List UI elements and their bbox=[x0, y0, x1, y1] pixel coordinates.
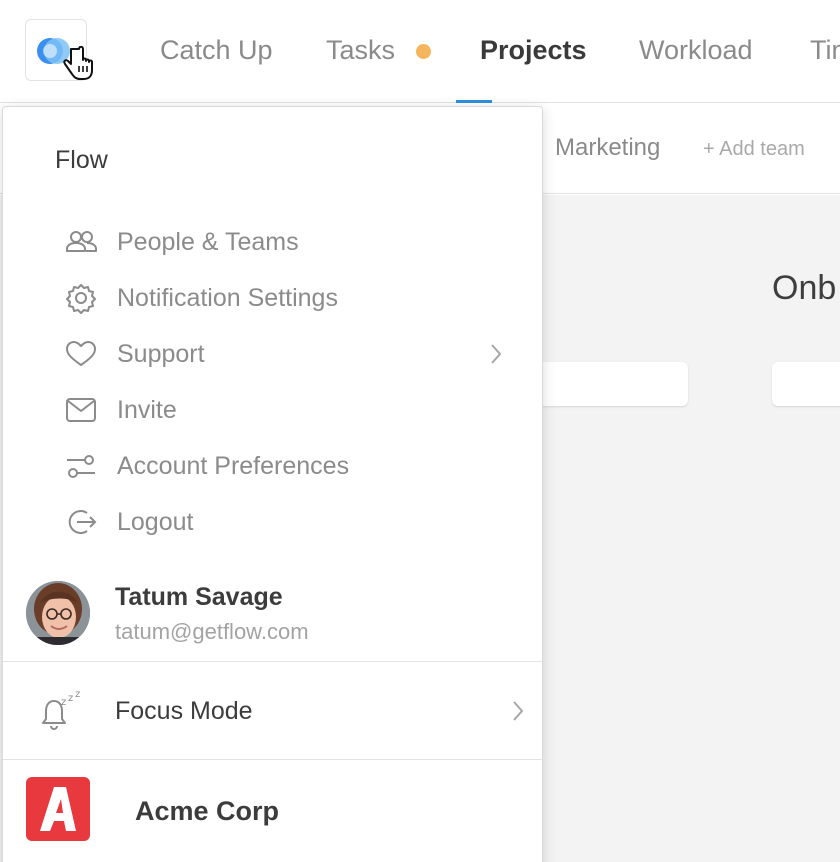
user-photo bbox=[26, 581, 90, 645]
menu-item-label: Logout bbox=[117, 508, 194, 536]
nav-workload[interactable]: Workload bbox=[639, 32, 753, 68]
menu-item-support[interactable]: Support bbox=[3, 326, 542, 382]
menu-title: Flow bbox=[55, 146, 108, 174]
menu-item-people-teams[interactable]: People & Teams bbox=[3, 214, 542, 270]
hand-cursor-icon bbox=[63, 46, 93, 80]
board-card[interactable] bbox=[772, 362, 840, 406]
focus-mode-label: Focus Mode bbox=[115, 697, 253, 725]
board-column-title: Onb bbox=[772, 269, 837, 307]
add-team-link[interactable]: + Add team bbox=[703, 136, 805, 162]
heart-icon bbox=[66, 341, 96, 366]
svg-text:z: z bbox=[61, 697, 66, 708]
user-name: Tatum Savage bbox=[115, 583, 283, 611]
organization-name: Acme Corp bbox=[135, 796, 280, 826]
menu-item-label: Support bbox=[117, 340, 205, 368]
nav-timeline[interactable]: Tim bbox=[810, 32, 840, 68]
menu-item-label: Invite bbox=[117, 396, 177, 424]
user-email: tatum@getflow.com bbox=[115, 619, 309, 644]
acme-logo-icon bbox=[40, 787, 76, 831]
menu-item-label: People & Teams bbox=[117, 228, 299, 256]
menu-divider bbox=[3, 759, 542, 760]
sliders-icon bbox=[67, 455, 95, 478]
chevron-right-icon bbox=[491, 344, 502, 364]
team-tab-marketing[interactable]: Marketing bbox=[555, 132, 660, 164]
board-card[interactable] bbox=[520, 362, 688, 406]
nav-tasks[interactable]: Tasks bbox=[326, 32, 395, 68]
menu-item-account-preferences[interactable]: Account Preferences bbox=[3, 438, 542, 494]
svg-text:z: z bbox=[75, 691, 80, 700]
chevron-right-icon bbox=[513, 701, 524, 721]
gear-icon bbox=[66, 284, 96, 314]
tasks-notification-dot bbox=[416, 44, 431, 59]
logout-icon bbox=[68, 510, 97, 534]
nav-projects[interactable]: Projects bbox=[480, 32, 587, 68]
envelope-icon bbox=[66, 398, 96, 422]
menu-item-notification-settings[interactable]: Notification Settings bbox=[3, 270, 542, 326]
organization-switcher[interactable]: Acme Corp bbox=[3, 761, 542, 862]
people-icon bbox=[66, 231, 97, 252]
organization-logo bbox=[26, 777, 90, 841]
menu-divider bbox=[3, 661, 542, 662]
bell-snooze-icon: z z z bbox=[42, 691, 80, 730]
nav-catch-up[interactable]: Catch Up bbox=[160, 32, 273, 68]
menu-item-logout[interactable]: Logout bbox=[3, 494, 542, 550]
avatar bbox=[26, 581, 90, 645]
menu-item-label: Notification Settings bbox=[117, 284, 338, 312]
menu-item-label: Account Preferences bbox=[117, 452, 350, 480]
svg-text:z: z bbox=[68, 693, 73, 704]
app-logo-button[interactable] bbox=[25, 19, 93, 81]
menu-item-focus-mode[interactable]: z z z Focus Mode bbox=[3, 663, 542, 759]
current-user[interactable]: Tatum Savage tatum@getflow.com bbox=[3, 571, 542, 661]
top-nav: Catch Up Tasks Projects Workload Tim bbox=[0, 0, 840, 105]
account-menu: Flow People & Teams Notification Setting… bbox=[2, 106, 543, 862]
menu-item-invite[interactable]: Invite bbox=[3, 382, 542, 438]
